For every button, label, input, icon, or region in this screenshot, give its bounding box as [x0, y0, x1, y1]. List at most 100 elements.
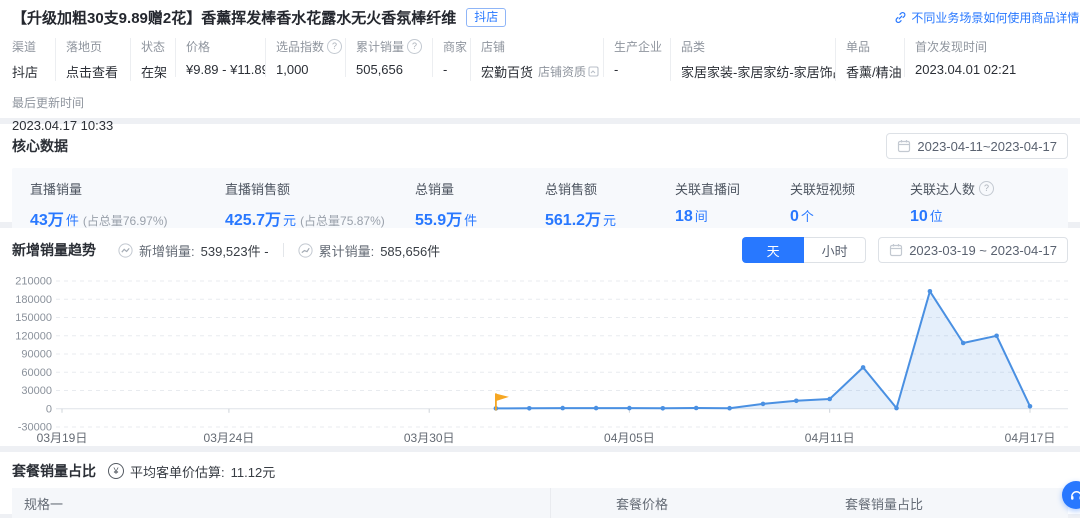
- cumulative-sales-legend-icon: [298, 243, 313, 258]
- headset-icon: [1069, 488, 1080, 503]
- legend-new-value: 539,523件 -: [201, 241, 269, 260]
- metric-7: 关联达人数? 10位: [910, 179, 1068, 230]
- legend-cumulative-value: 585,656件: [380, 241, 440, 260]
- shop-license-link[interactable]: 店铺资质: [538, 63, 599, 80]
- field-value: -: [614, 62, 660, 77]
- core-date-range-picker[interactable]: 2023-04-11~2023-04-17: [886, 133, 1068, 159]
- metric-2: 直播销售额 425.7万元(占总量75.87%): [225, 179, 415, 230]
- core-date-range-value: 2023-04-11~2023-04-17: [917, 139, 1057, 154]
- svg-text:03月30日: 03月30日: [404, 431, 455, 445]
- field-label: 渠道: [12, 38, 45, 55]
- metric-value: 0个: [790, 206, 910, 226]
- shop-license-icon: [588, 66, 599, 77]
- metric-3: 总销量55.9万件: [415, 179, 545, 230]
- metric-label: 关联直播间: [675, 179, 790, 198]
- field-label: 生产企业: [614, 38, 660, 55]
- field-label: 首次发现时间: [915, 38, 1070, 55]
- metric-label: 直播销量: [30, 179, 225, 198]
- trend-date-range-picker[interactable]: 2023-03-19 ~ 2023-04-17: [878, 237, 1068, 263]
- trend-date-range-value: 2023-03-19 ~ 2023-04-17: [909, 243, 1057, 258]
- column-header-price: 套餐价格: [550, 488, 680, 518]
- svg-text:150000: 150000: [15, 312, 52, 324]
- svg-text:210000: 210000: [15, 276, 52, 288]
- field-label: 单品: [846, 38, 894, 55]
- metric-value: 10位: [910, 206, 1068, 226]
- field-label: 落地页: [66, 38, 120, 55]
- svg-text:03月19日: 03月19日: [37, 431, 88, 445]
- field-label: 店铺: [481, 38, 593, 55]
- field-value: 在架: [141, 62, 165, 81]
- field-value: ¥9.89 - ¥11.89: [186, 62, 255, 77]
- metric-label: 总销量: [415, 179, 545, 198]
- core-data-card: 核心数据 2023-04-11~2023-04-17 直播销量43万件(占总量7…: [0, 124, 1080, 222]
- legend-new-label: 新增销量:: [139, 241, 195, 260]
- metric-label: 关联短视频: [790, 179, 910, 198]
- help-icon[interactable]: ?: [979, 181, 994, 196]
- product-field-12: 首次发现时间2023.04.01 02:21: [904, 38, 1080, 77]
- field-value[interactable]: 点击查看: [66, 62, 120, 81]
- help-icon[interactable]: ?: [407, 39, 422, 54]
- avg-price-value: 11.12元: [231, 462, 276, 481]
- toggle-day-button[interactable]: 天: [742, 237, 804, 263]
- help-link-label: 不同业务场景如何使用商品详情?: [911, 9, 1080, 26]
- legend-new-sales[interactable]: 新增销量: 539,523件 -: [118, 241, 269, 260]
- svg-text:04月11日: 04月11日: [805, 431, 855, 445]
- svg-text:60000: 60000: [21, 367, 52, 379]
- granularity-toggle: 天 小时: [742, 237, 866, 263]
- package-share-card: 套餐销量占比 ¥ 平均客单价估算: 11.12元 规格一 套餐价格 套餐销量占比: [0, 452, 1080, 514]
- new-sales-trend-chart[interactable]: 2100001800001500001200009000060000300000…: [6, 269, 1080, 449]
- metric-label: 关联达人数?: [910, 179, 1068, 198]
- product-field-1: 渠道抖店: [12, 38, 55, 81]
- svg-text:30000: 30000: [21, 385, 52, 397]
- svg-text:0: 0: [46, 403, 52, 415]
- field-label: 选品指数?: [276, 38, 335, 55]
- new-sales-legend-icon: [118, 243, 133, 258]
- svg-text:04月17日: 04月17日: [1005, 431, 1056, 445]
- toggle-hour-button[interactable]: 小时: [804, 237, 866, 263]
- product-field-4: 价格¥9.89 - ¥11.89: [175, 38, 265, 77]
- metric-label: 总销售额: [545, 179, 675, 198]
- calendar-icon: [889, 243, 903, 257]
- channel-badge: 抖店: [466, 8, 506, 27]
- field-value: 1,000: [276, 62, 335, 77]
- metric-label: 直播销售额: [225, 179, 415, 198]
- column-header-share: 套餐销量占比: [845, 494, 923, 513]
- field-label: 品类: [681, 38, 825, 55]
- field-label: 状态: [141, 38, 165, 55]
- help-icon[interactable]: ?: [327, 39, 342, 54]
- product-info-row: 渠道抖店落地页点击查看状态在架价格¥9.89 - ¥11.89选品指数?1,00…: [0, 28, 1080, 81]
- product-field-7: 商家 -: [432, 38, 470, 77]
- svg-text:120000: 120000: [15, 330, 52, 342]
- svg-text:180000: 180000: [15, 294, 52, 306]
- metric-1: 直播销量 43万件(占总量76.97%): [30, 179, 225, 230]
- metric-5: 关联直播间18间: [675, 179, 790, 230]
- field-value: -: [443, 62, 460, 77]
- legend-cumulative-label: 累计销量:: [319, 241, 375, 260]
- svg-text:04月05日: 04月05日: [604, 431, 655, 445]
- sales-trend-card: 新增销量趋势 新增销量: 539,523件 - 累计销量: 585,656件 天…: [0, 228, 1080, 446]
- svg-text:03月24日: 03月24日: [204, 431, 255, 445]
- help-link[interactable]: 不同业务场景如何使用商品详情?: [894, 9, 1080, 26]
- metric-6: 关联短视频 0个: [790, 179, 910, 230]
- package-table-header: 规格一 套餐价格 套餐销量占比: [12, 488, 1068, 518]
- last-update-label: 最后更新时间: [12, 94, 1068, 111]
- title-row: 【升级加粗30支9.89赠2花】香薰挥发棒香水花露水无火香氛棒纤维 抖店 不同业…: [0, 0, 1080, 28]
- legend-divider: [283, 243, 284, 257]
- metric-value: 43万件(占总量76.97%): [30, 206, 225, 230]
- field-label: 累计销量?: [356, 38, 422, 55]
- metric-value: 425.7万元(占总量75.87%): [225, 206, 415, 230]
- field-value: 家居家装-家居家纺-家居饰品: [681, 62, 825, 81]
- product-field-6: 累计销量? 505,656: [345, 38, 432, 77]
- field-value: 香薰/精油: [846, 62, 894, 81]
- legend-cumulative-sales[interactable]: 累计销量: 585,656件: [298, 241, 441, 260]
- metric-4: 总销售额561.2万元: [545, 179, 675, 230]
- field-value: 505,656: [356, 62, 422, 77]
- avg-price-label: 平均客单价估算:: [130, 462, 225, 481]
- column-header-spec: 规格一: [12, 494, 550, 513]
- product-field-2: 落地页点击查看: [55, 38, 130, 81]
- link-icon: [894, 11, 907, 24]
- field-value[interactable]: 宏勤百货店铺资质: [481, 62, 593, 81]
- field-label: 商家: [443, 38, 460, 55]
- core-data-title: 核心数据: [12, 136, 68, 156]
- page-title: 【升级加粗30支9.89赠2花】香薰挥发棒香水花露水无火香氛棒纤维: [12, 7, 456, 28]
